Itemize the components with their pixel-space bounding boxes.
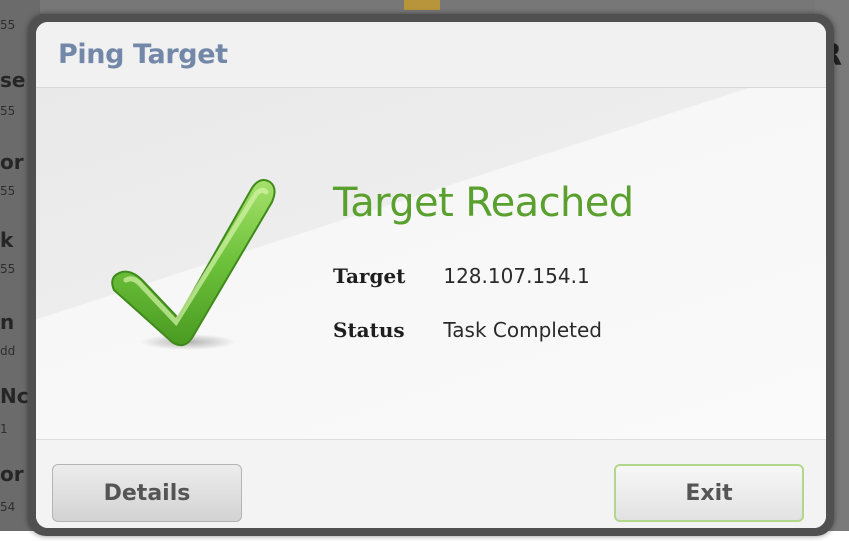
- background-accent: [404, 0, 440, 10]
- dialog-body: Target Reached Target 128.107.154.1 Stat…: [36, 88, 826, 440]
- background-fragment: 55: [0, 184, 16, 198]
- target-value: 128.107.154.1: [443, 264, 590, 288]
- checkmark-icon: [111, 179, 276, 350]
- background-fragment: k: [0, 228, 14, 252]
- background-fragment: n: [0, 310, 15, 334]
- dialog-header: Ping Target: [36, 22, 826, 88]
- background-fragment: 55: [0, 18, 16, 32]
- details-button[interactable]: Details: [52, 464, 242, 522]
- background-fragment: dd: [0, 344, 16, 358]
- result-title: Target Reached: [333, 180, 634, 226]
- dialog-footer: Details Exit: [36, 440, 826, 528]
- target-label: Target: [333, 264, 406, 288]
- background-fragment: 55: [0, 262, 16, 276]
- status-row: Status Task Completed: [333, 318, 602, 342]
- background-fragment: se: [0, 68, 26, 92]
- background-fragment: or: [0, 150, 24, 174]
- dialog-frame: Ping Target Target Reached Target 128.10…: [28, 14, 834, 536]
- background-fragment: 1: [0, 422, 8, 436]
- background-fragment: 54: [0, 500, 16, 514]
- target-row: Target 128.107.154.1: [333, 264, 590, 288]
- ping-target-dialog: Ping Target Target Reached Target 128.10…: [36, 22, 826, 528]
- background-fragment: 55: [0, 104, 16, 118]
- status-value: Task Completed: [443, 318, 602, 342]
- dialog-title: Ping Target: [58, 39, 228, 70]
- background-fragment: Nc: [0, 384, 29, 408]
- exit-button[interactable]: Exit: [614, 464, 804, 522]
- background-fragment: or: [0, 462, 24, 486]
- status-label: Status: [333, 318, 405, 342]
